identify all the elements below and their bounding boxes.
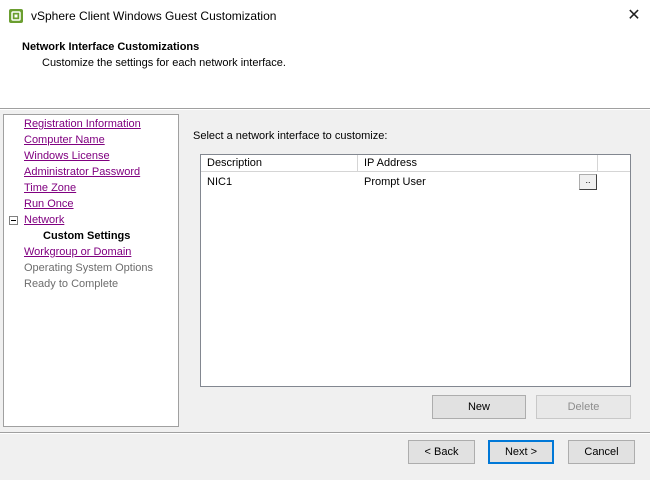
select-interface-prompt: Select a network interface to customize: <box>193 130 388 142</box>
collapse-icon[interactable] <box>9 216 18 225</box>
nav-ready-to-complete: Ready to Complete <box>24 278 119 290</box>
edit-nic-button[interactable]: .. <box>579 174 597 190</box>
nav-network[interactable]: Network <box>24 213 64 227</box>
nav-administrator-password[interactable]: Administrator Password <box>24 165 140 179</box>
nav-run-once[interactable]: Run Once <box>24 197 74 211</box>
footer-divider <box>0 432 650 434</box>
nav-operating-system-options: Operating System Options <box>24 262 154 274</box>
page-subtitle: Customize the settings for each network … <box>42 57 286 69</box>
nav-windows-license[interactable]: Windows License <box>24 149 110 163</box>
new-button[interactable]: New <box>432 395 526 419</box>
close-icon: ✕ <box>627 7 641 24</box>
nav-time-zone[interactable]: Time Zone <box>24 181 76 195</box>
column-header-filler <box>598 155 630 172</box>
delete-button[interactable]: Delete <box>536 395 631 419</box>
column-header-ip-address[interactable]: IP Address <box>358 155 598 172</box>
column-header-description[interactable]: Description <box>201 155 358 172</box>
row-description: NIC1 <box>207 176 233 188</box>
next-button[interactable]: Next > <box>488 440 554 464</box>
window-title: vSphere Client Windows Guest Customizati… <box>31 9 277 23</box>
page-header: Network Interface Customizations Customi… <box>0 33 650 109</box>
cancel-button[interactable]: Cancel <box>568 440 635 464</box>
page-title: Network Interface Customizations <box>22 41 200 53</box>
row-ip-address: Prompt User <box>364 176 426 188</box>
network-interface-list[interactable]: Description IP Address NIC1 Prompt User … <box>200 154 631 387</box>
nav-registration-information[interactable]: Registration Information <box>24 117 141 131</box>
nav-custom-settings: Custom Settings <box>43 230 131 242</box>
vsphere-client-icon <box>9 9 23 23</box>
close-button[interactable]: ✕ <box>620 4 648 28</box>
nav-computer-name[interactable]: Computer Name <box>24 133 105 147</box>
wizard-step-nav: Registration Information Computer Name W… <box>3 114 179 427</box>
header-divider <box>0 108 650 110</box>
back-button[interactable]: < Back <box>408 440 475 464</box>
title-bar: vSphere Client Windows Guest Customizati… <box>0 0 650 33</box>
nav-workgroup-or-domain[interactable]: Workgroup or Domain <box>24 245 131 259</box>
